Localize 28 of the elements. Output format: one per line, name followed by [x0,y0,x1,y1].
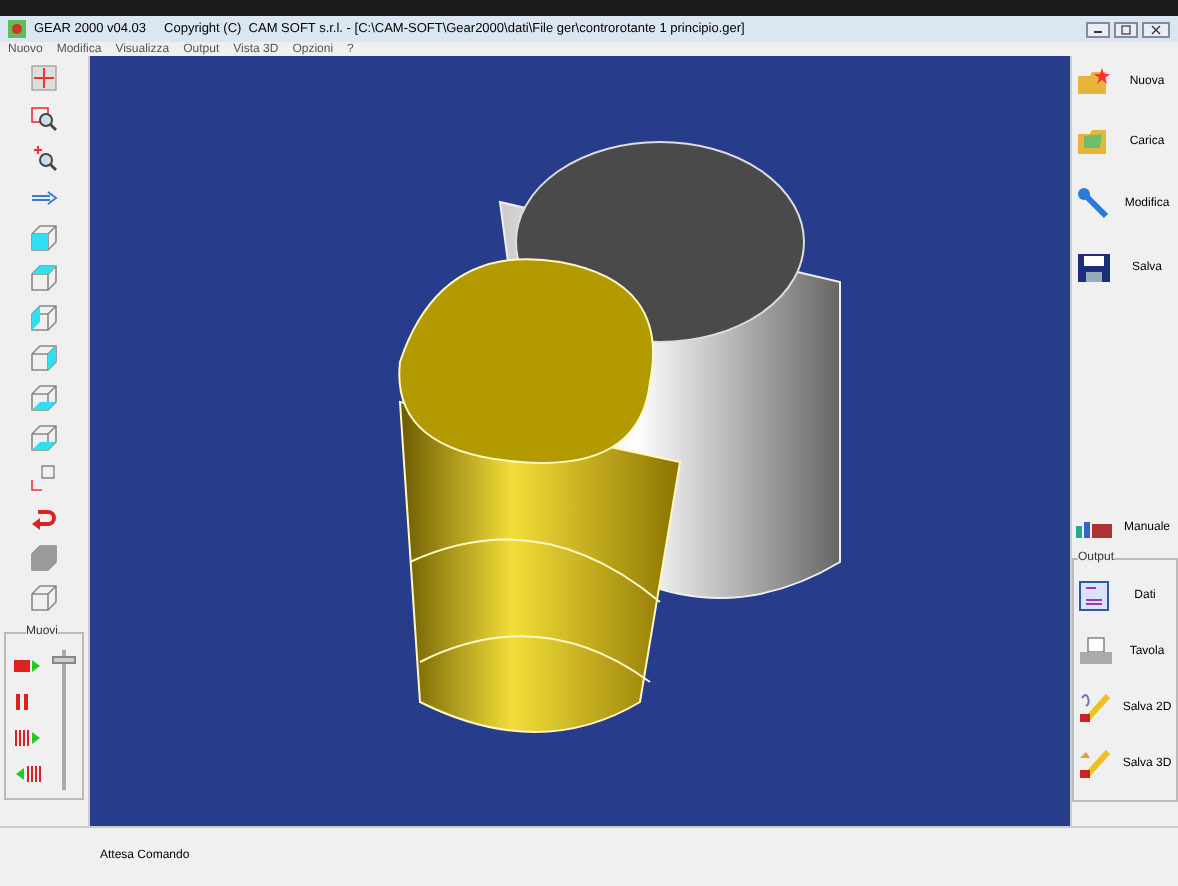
restore-icon[interactable] [1114,21,1138,37]
close-icon[interactable] [1142,21,1170,37]
slider-thumb[interactable] [52,656,76,665]
pencil-2d-icon [1078,692,1114,724]
solid-view-icon[interactable] [30,544,58,572]
printer-icon [1078,636,1114,668]
books-icon [1076,518,1112,538]
minimize-icon[interactable] [1086,21,1110,37]
axes-view-icon[interactable] [30,464,58,492]
left-view-icon[interactable] [30,304,58,332]
play-icon[interactable] [14,658,42,674]
top-view-icon[interactable] [30,264,58,292]
wireframe-view-icon[interactable] [30,584,58,612]
zoom-in-icon[interactable] [30,144,58,172]
open-folder-icon [1076,128,1112,156]
zoom-window-icon[interactable] [30,104,58,132]
step-forward-icon[interactable] [14,730,42,746]
bottom-view-icon[interactable] [30,384,58,412]
step-back-icon[interactable] [14,766,42,782]
right-view-icon[interactable] [30,344,58,372]
pencil-3d-icon [1078,748,1114,780]
zoom-extents-icon[interactable] [30,64,58,92]
wrench-icon [1076,188,1112,220]
back-view-icon[interactable] [30,424,58,452]
data-sheet-icon [1078,580,1110,612]
folder-star-icon [1076,68,1112,96]
rotate-arrow-icon[interactable] [30,504,58,532]
front-view-icon[interactable] [30,224,58,252]
